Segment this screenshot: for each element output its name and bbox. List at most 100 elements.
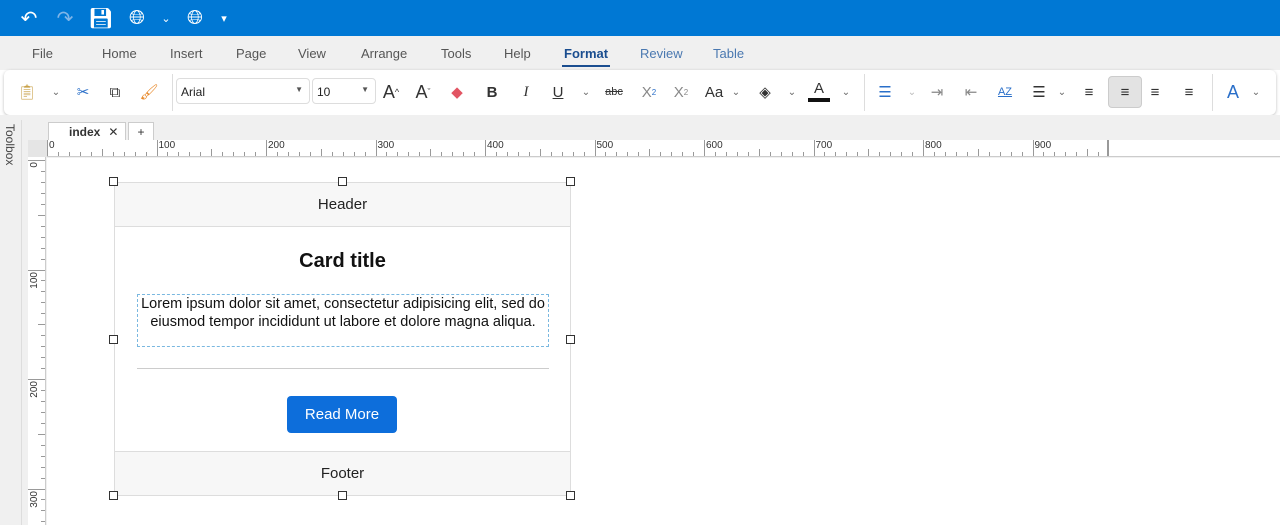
ruler-tick bbox=[101, 149, 103, 156]
read-more-button[interactable]: Read More bbox=[287, 396, 397, 433]
ruler-tick bbox=[41, 225, 45, 227]
ruler-tick bbox=[955, 152, 957, 156]
menu-file[interactable]: File bbox=[32, 46, 53, 61]
ruler-tick bbox=[528, 152, 530, 156]
customize-icon[interactable]: ▾ bbox=[218, 5, 230, 31]
menu-table[interactable]: Table bbox=[713, 46, 744, 61]
text-effects-icon[interactable]: A bbox=[1222, 78, 1244, 106]
save-icon[interactable]: 💾︎ bbox=[88, 5, 114, 31]
chevron-down-icon[interactable]: ⌄ bbox=[1056, 78, 1068, 106]
card-text[interactable]: Lorem ipsum dolor sit amet, consectetur … bbox=[137, 294, 549, 347]
ruler-tick bbox=[671, 152, 673, 156]
card[interactable]: Header Card title Lorem ipsum dolor sit … bbox=[114, 182, 571, 496]
ruler-tick bbox=[79, 152, 81, 156]
font-color-icon[interactable]: A bbox=[808, 78, 830, 102]
card-footer[interactable]: Footer bbox=[115, 451, 570, 495]
ruler-tick bbox=[41, 521, 45, 523]
ruler-tick bbox=[41, 477, 45, 479]
indent-decrease-icon[interactable]: ⇤ bbox=[960, 78, 982, 106]
menu-home[interactable]: Home bbox=[102, 46, 137, 61]
chevron-down-icon[interactable]: ⌄ bbox=[906, 78, 918, 106]
ruler-tick bbox=[1043, 152, 1045, 156]
underline-button[interactable]: U bbox=[548, 78, 568, 106]
chevron-down-icon[interactable]: ⌄ bbox=[1250, 78, 1262, 106]
font-size-select[interactable]: 10 ▼ bbox=[312, 78, 376, 104]
resize-handle[interactable] bbox=[109, 177, 118, 186]
ruler-tick bbox=[857, 152, 859, 156]
ruler-tick bbox=[966, 152, 968, 156]
justify-icon[interactable]: ≡ bbox=[1178, 78, 1200, 106]
ruler-tick bbox=[627, 152, 629, 156]
strikethrough-button[interactable]: abc bbox=[602, 78, 626, 106]
chevron-down-icon[interactable]: ⌄ bbox=[730, 78, 742, 106]
bold-button[interactable]: B bbox=[482, 78, 502, 106]
ruler-tick bbox=[758, 149, 760, 156]
chevron-down-icon[interactable]: ⌄ bbox=[840, 78, 852, 106]
redo-icon[interactable]: ↷ bbox=[52, 5, 78, 31]
ruler-label: 200 bbox=[268, 140, 285, 151]
undo-icon[interactable]: ↶ bbox=[16, 5, 42, 31]
menu-view[interactable]: View bbox=[298, 46, 326, 61]
indent-increase-icon[interactable]: ⇥ bbox=[926, 78, 948, 106]
align-left-icon[interactable]: ≡ bbox=[1078, 78, 1100, 106]
ruler-tick bbox=[41, 247, 45, 249]
align-right-icon[interactable]: ≡ bbox=[1144, 78, 1166, 106]
ruler-tick bbox=[408, 152, 410, 156]
sort-az-icon[interactable]: AZ bbox=[994, 78, 1016, 106]
card-title[interactable]: Card title bbox=[115, 250, 570, 273]
ruler-tick bbox=[375, 140, 377, 156]
menu-format[interactable]: Format bbox=[561, 46, 611, 67]
menu-arrange[interactable]: Arrange bbox=[361, 46, 407, 61]
chevron-down-icon[interactable]: ⌄ bbox=[50, 78, 62, 106]
resize-handle[interactable] bbox=[566, 491, 575, 500]
publish-globe-icon[interactable]: 🌐︎ bbox=[182, 5, 208, 31]
clear-format-eraser-icon[interactable]: ◆ bbox=[446, 78, 468, 106]
add-tab-button[interactable]: + bbox=[128, 122, 154, 140]
ruler-tick bbox=[999, 152, 1001, 156]
ruler-tick bbox=[791, 152, 793, 156]
highlight-fill-icon[interactable]: ◈ bbox=[754, 78, 776, 106]
copy-icon[interactable]: ⧉ bbox=[104, 78, 126, 106]
tab-index[interactable]: index ✕ bbox=[48, 122, 126, 140]
card-header[interactable]: Header bbox=[115, 183, 570, 227]
line-spacing-icon[interactable]: ☰ bbox=[1028, 78, 1050, 106]
toolbox-panel[interactable]: Toolbox bbox=[0, 120, 22, 525]
resize-handle[interactable] bbox=[109, 335, 118, 344]
menu-insert[interactable]: Insert bbox=[170, 46, 203, 61]
font-family-select[interactable]: Arial ▼ bbox=[176, 78, 310, 104]
horizontal-ruler: 0 100 200 300 400 500 600 700 800 900 bbox=[47, 140, 1280, 157]
chevron-down-icon[interactable]: ⌄ bbox=[786, 78, 798, 106]
grow-font-icon[interactable]: A ^ bbox=[380, 78, 402, 106]
italic-button[interactable]: I bbox=[516, 78, 536, 106]
format-painter-icon[interactable]: 🖌︎ bbox=[138, 78, 160, 106]
cut-icon[interactable]: ✂ bbox=[72, 78, 94, 106]
change-case-button[interactable]: Aa bbox=[702, 78, 726, 106]
ruler-tick bbox=[41, 455, 45, 457]
ruler-tick bbox=[41, 291, 45, 293]
resize-handle[interactable] bbox=[566, 335, 575, 344]
ruler-label: 0 bbox=[29, 162, 40, 168]
resize-handle[interactable] bbox=[338, 491, 347, 500]
ruler-tick bbox=[189, 152, 191, 156]
paste-icon[interactable]: 📋︎ bbox=[16, 78, 38, 106]
subscript-icon[interactable]: X2 bbox=[638, 78, 660, 106]
ruler-tick bbox=[123, 152, 125, 156]
superscript-icon[interactable]: X2 bbox=[670, 78, 692, 106]
menu-tools[interactable]: Tools bbox=[441, 46, 471, 61]
menu-help[interactable]: Help bbox=[504, 46, 531, 61]
shrink-font-icon[interactable]: Aˇ bbox=[412, 78, 434, 106]
resize-handle[interactable] bbox=[338, 177, 347, 186]
close-icon[interactable]: ✕ bbox=[108, 125, 118, 139]
ruler-tick bbox=[495, 152, 497, 156]
chevron-down-icon[interactable]: ⌄ bbox=[580, 78, 592, 106]
web-preview-icon[interactable]: 🌐︎ bbox=[124, 5, 150, 31]
resize-handle[interactable] bbox=[566, 177, 575, 186]
chevron-down-icon[interactable]: ⌄ bbox=[160, 5, 172, 31]
align-center-icon[interactable]: ≡ bbox=[1108, 76, 1142, 108]
bullet-list-icon[interactable]: ☰ bbox=[874, 78, 896, 106]
menu-review[interactable]: Review bbox=[640, 46, 683, 61]
ruler-tick bbox=[244, 152, 246, 156]
resize-handle[interactable] bbox=[109, 491, 118, 500]
ruler-tick bbox=[430, 149, 432, 156]
menu-page[interactable]: Page bbox=[236, 46, 266, 61]
